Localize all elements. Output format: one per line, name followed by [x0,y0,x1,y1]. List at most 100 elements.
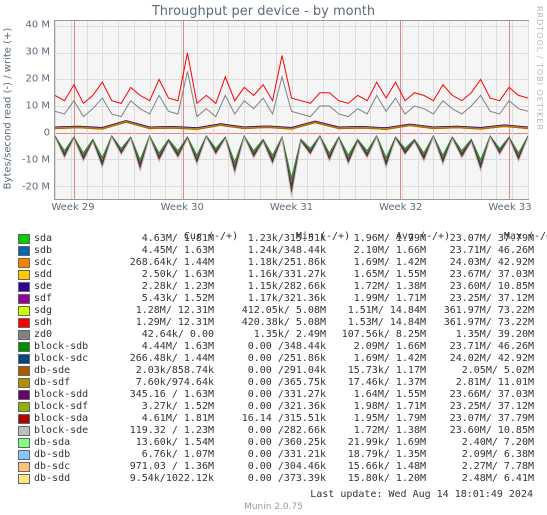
legend-min: 0.00 /348.44k [214,341,326,353]
legend-cur: 268.64k/ 1.44M [104,257,214,269]
legend: sda4.63M/ 1.81M1.23k/315.51k1.96M/ 1.79M… [18,233,537,485]
chart-lines [55,21,528,199]
y-tick: -20 M [22,181,50,192]
legend-avg: 2.10M/ 1.66M [326,245,426,257]
legend-avg: 1.69M/ 1.42M [326,257,426,269]
legend-series-name: sdg [34,305,104,317]
legend-avg: 1.98M/ 1.71M [326,401,426,413]
legend-swatch [18,378,30,388]
legend-swatch [18,390,30,400]
legend-min: 0.00 /291.04k [214,365,326,377]
legend-max: 23.07M/ 37.79M [426,233,534,245]
legend-swatch [18,318,30,328]
legend-row: sdf5.43k/ 1.52M1.17k/321.36k1.99M/ 1.71M… [18,293,537,305]
y-axis-ticks: -20 M-10 M010 M20 M30 M40 M [18,20,52,200]
legend-avg: 1.95M/ 1.79M [326,413,426,425]
legend-avg: 1.69M/ 1.42M [326,353,426,365]
legend-cur: 4.45M/ 1.63M [104,245,214,257]
legend-avg: 21.99k/ 1.69M [326,437,426,449]
legend-min: 0.00 /360.25k [214,437,326,449]
legend-swatch [18,426,30,436]
legend-swatch [18,246,30,256]
legend-row: block-sdd345.16 / 1.63M0.00 /331.27k1.64… [18,389,537,401]
legend-cur: 6.76k/ 1.07M [104,449,214,461]
legend-max: 2.09M/ 6.38M [426,449,534,461]
legend-min: 0.00 /331.21k [214,449,326,461]
legend-min: 1.23k/315.51k [214,233,326,245]
legend-row: sdb4.45M/ 1.63M1.24k/348.44k2.10M/ 1.66M… [18,245,537,257]
legend-avg: 15.66k/ 1.48M [326,461,426,473]
legend-series-name: sdb [34,245,104,257]
y-tick: 30 M [25,47,50,58]
legend-series-name: db-sda [34,437,104,449]
legend-series-name: sda [34,233,104,245]
legend-swatch [18,474,30,484]
legend-max: 24.03M/ 42.92M [426,257,534,269]
last-update: Last update: Wed Aug 14 18:01:49 2024 [310,489,533,500]
legend-max: 361.97M/ 73.22M [426,305,534,317]
legend-row: block-sdb4.44M/ 1.63M0.00 /348.44k2.09M/… [18,341,537,353]
legend-cur: 1.29M/ 12.31M [104,317,214,329]
legend-series-name: block-sde [34,425,104,437]
legend-row: db-sdf7.60k/974.64k0.00 /365.75k17.46k/ … [18,377,537,389]
legend-series-name: block-sda [34,413,104,425]
legend-min: 0.00 /304.46k [214,461,326,473]
legend-row: sdc268.64k/ 1.44M1.18k/251.86k1.69M/ 1.4… [18,257,537,269]
legend-series-name: sde [34,281,104,293]
legend-cur: 2.03k/858.74k [104,365,214,377]
legend-series-name: block-sdc [34,353,104,365]
legend-min: 0.00 /373.39k [214,473,326,485]
legend-cur: 4.61M/ 1.81M [104,413,214,425]
legend-avg: 1.99M/ 1.71M [326,293,426,305]
legend-swatch [18,270,30,280]
legend-cur: 2.50k/ 1.63M [104,269,214,281]
legend-row: sda4.63M/ 1.81M1.23k/315.51k1.96M/ 1.79M… [18,233,537,245]
y-axis-label: Bytes/second read (-) / write (+) [2,20,14,197]
legend-cur: 4.63M/ 1.81M [104,233,214,245]
legend-min: 0.00 /251.86k [214,353,326,365]
legend-swatch [18,306,30,316]
legend-max: 23.25M/ 37.12M [426,401,534,413]
legend-max: 23.60M/ 10.85M [426,425,534,437]
legend-max: 361.97M/ 73.22M [426,317,534,329]
generator-footer: Munin 2.0.75 [0,502,547,512]
legend-row: db-sdc971.03 / 1.36M0.00 /304.46k15.66k/… [18,461,537,473]
x-axis-ticks: Week 29Week 30Week 31Week 32Week 33 [54,202,529,216]
legend-min: 412.05k/ 5.08M [214,305,326,317]
legend-series-name: sdh [34,317,104,329]
legend-cur: 42.64k/ 0.00 [104,329,214,341]
legend-max: 23.71M/ 46.26M [426,341,534,353]
legend-max: 2.48M/ 6.41M [426,473,534,485]
legend-min: 420.38k/ 5.08M [214,317,326,329]
legend-row: db-sdb6.76k/ 1.07M0.00 /331.21k18.79k/ 1… [18,449,537,461]
legend-cur: 13.60k/ 1.54M [104,437,214,449]
legend-swatch [18,354,30,364]
legend-min: 1.16k/331.27k [214,269,326,281]
legend-row: db-sda13.60k/ 1.54M0.00 /360.25k21.99k/ … [18,437,537,449]
y-tick: -10 M [22,154,50,165]
legend-row: zd042.64k/ 0.00 1.35k/ 2.49M107.56k/ 8.2… [18,329,537,341]
legend-row: block-sda4.61M/ 1.81M16.14 /315.51k1.95M… [18,413,537,425]
legend-swatch [18,462,30,472]
legend-max: 23.66M/ 37.03M [426,389,534,401]
legend-row: block-sdf3.27k/ 1.52M0.00 /321.36k1.98M/… [18,401,537,413]
legend-series-name: db-sde [34,365,104,377]
legend-swatch [18,234,30,244]
legend-row: db-sdd9.54k/1022.12k0.00 /373.39k15.80k/… [18,473,537,485]
legend-series-name: db-sdf [34,377,104,389]
legend-avg: 15.80k/ 1.20M [326,473,426,485]
legend-avg: 1.64M/ 1.55M [326,389,426,401]
legend-max: 23.25M/ 37.12M [426,293,534,305]
legend-avg: 1.72M/ 1.38M [326,281,426,293]
legend-swatch [18,414,30,424]
legend-avg: 18.79k/ 1.35M [326,449,426,461]
legend-cur: 971.03 / 1.36M [104,461,214,473]
x-tick: Week 32 [379,202,422,213]
legend-row: sdd2.50k/ 1.63M1.16k/331.27k1.65M/ 1.55M… [18,269,537,281]
plot-area [54,20,529,200]
legend-series-name: block-sdb [34,341,104,353]
legend-cur: 9.54k/1022.12k [104,473,214,485]
legend-min: 16.14 /315.51k [214,413,326,425]
legend-max: 2.81M/ 11.01M [426,377,534,389]
legend-series-name: sdc [34,257,104,269]
